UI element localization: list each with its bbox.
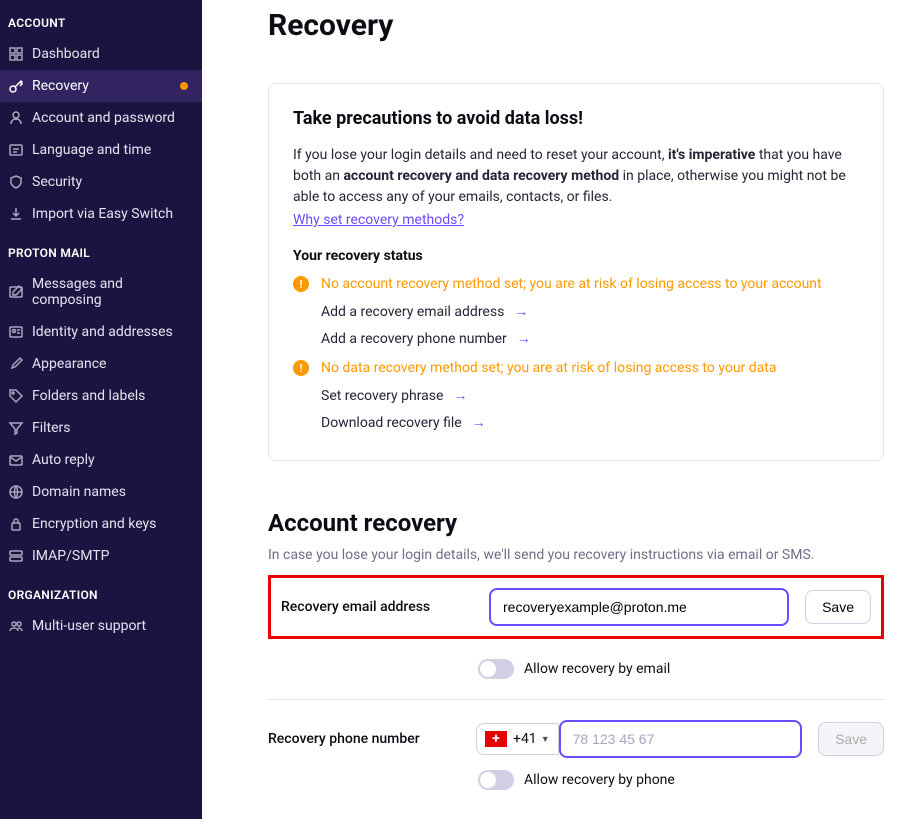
sidebar-item-security[interactable]: Security — [0, 166, 202, 198]
sidebar-item-autoreply[interactable]: Auto reply — [0, 444, 202, 476]
key-icon — [8, 78, 24, 94]
sidebar-item-language-time[interactable]: Language and time — [0, 134, 202, 166]
phone-code: +41 — [513, 731, 537, 747]
allow-phone-recovery-row: Allow recovery by phone — [478, 770, 884, 790]
warning-dot-icon — [180, 82, 188, 90]
divider — [268, 699, 884, 700]
sidebar-item-encryption[interactable]: Encryption and keys — [0, 508, 202, 540]
sidebar-item-identity[interactable]: Identity and addresses — [0, 316, 202, 348]
sidebar-section-mail: PROTON MAIL — [0, 230, 202, 268]
card-description: If you lose your login details and need … — [293, 145, 859, 208]
sidebar-item-domains[interactable]: Domain names — [0, 476, 202, 508]
globe-icon — [8, 484, 24, 500]
sidebar-item-label: Dashboard — [32, 46, 100, 62]
status-warning-text: No account recovery method set; you are … — [321, 276, 822, 292]
sidebar-item-label: Auto reply — [32, 452, 95, 468]
compose-icon — [8, 284, 24, 300]
save-email-button[interactable]: Save — [805, 590, 871, 624]
sidebar-item-label: Encryption and keys — [32, 516, 156, 532]
recovery-email-label: Recovery email address — [281, 599, 489, 615]
account-recovery-heading: Account recovery — [268, 509, 884, 537]
sidebar-item-label: Security — [32, 174, 82, 190]
download-recovery-file-link[interactable]: Download recovery file → — [321, 409, 859, 436]
arrow-right-icon: → — [472, 414, 486, 431]
sidebar-item-label: IMAP/SMTP — [32, 548, 109, 564]
main-content: Recovery Take precautions to avoid data … — [202, 0, 916, 819]
recovery-phone-row: Recovery phone number +41 ▼ Save — [268, 720, 884, 758]
sidebar-item-recovery[interactable]: Recovery — [0, 70, 202, 102]
allow-email-recovery-row: Allow recovery by email — [478, 659, 884, 679]
warning-icon: ! — [293, 276, 309, 292]
id-icon — [8, 324, 24, 340]
sidebar-item-folders[interactable]: Folders and labels — [0, 380, 202, 412]
highlighted-region: Recovery email address Save — [268, 575, 884, 639]
arrow-right-icon: → — [453, 387, 467, 404]
sidebar-item-label: Import via Easy Switch — [32, 206, 173, 222]
sidebar-item-label: Account and password — [32, 110, 175, 126]
recovery-phone-input[interactable] — [559, 720, 802, 758]
status-warning-row: ! No data recovery method set; you are a… — [293, 360, 859, 376]
tag-icon — [8, 388, 24, 404]
sidebar-section-org: ORGANIZATION — [0, 572, 202, 610]
allow-email-recovery-toggle[interactable] — [478, 659, 514, 679]
allow-phone-recovery-toggle[interactable] — [478, 770, 514, 790]
sidebar-item-messages[interactable]: Messages and composing — [0, 268, 202, 316]
brush-icon — [8, 356, 24, 372]
users-icon — [8, 618, 24, 634]
status-warning-text: No data recovery method set; you are at … — [321, 360, 776, 376]
filter-icon — [8, 420, 24, 436]
sidebar-item-account-password[interactable]: Account and password — [0, 102, 202, 134]
recovery-status-heading: Your recovery status — [293, 248, 859, 264]
sidebar-item-label: Language and time — [32, 142, 151, 158]
add-recovery-email-link[interactable]: Add a recovery email address → — [321, 298, 859, 325]
import-icon — [8, 206, 24, 222]
sidebar-item-appearance[interactable]: Appearance — [0, 348, 202, 380]
sidebar-section-account: ACCOUNT — [0, 0, 202, 38]
account-recovery-subtitle: In case you lose your login details, we'… — [268, 547, 884, 563]
arrow-right-icon: → — [514, 303, 528, 320]
flag-icon — [485, 731, 507, 747]
sidebar-item-dashboard[interactable]: Dashboard — [0, 38, 202, 70]
sidebar: ACCOUNT Dashboard Recovery Account and p… — [0, 0, 202, 819]
recovery-email-row: Recovery email address Save — [281, 588, 871, 626]
recovery-email-input[interactable] — [489, 588, 789, 626]
sidebar-item-label: Filters — [32, 420, 71, 436]
sidebar-item-imap[interactable]: IMAP/SMTP — [0, 540, 202, 572]
sidebar-item-label: Folders and labels — [32, 388, 145, 404]
person-icon — [8, 110, 24, 126]
warning-icon: ! — [293, 360, 309, 376]
lock-icon — [8, 516, 24, 532]
sidebar-item-label: Multi-user support — [32, 618, 146, 634]
toggle-label: Allow recovery by email — [524, 661, 670, 677]
set-recovery-phrase-link[interactable]: Set recovery phrase → — [321, 382, 859, 409]
save-phone-button[interactable]: Save — [818, 722, 884, 756]
shield-icon — [8, 174, 24, 190]
sidebar-item-label: Identity and addresses — [32, 324, 173, 340]
sidebar-item-import[interactable]: Import via Easy Switch — [0, 198, 202, 230]
toggle-label: Allow recovery by phone — [524, 772, 675, 788]
sidebar-item-label: Recovery — [32, 78, 89, 94]
sidebar-item-label: Domain names — [32, 484, 126, 500]
card-title: Take precautions to avoid data loss! — [293, 108, 859, 129]
add-recovery-phone-link[interactable]: Add a recovery phone number → — [321, 325, 859, 352]
page-title: Recovery — [268, 8, 884, 43]
recovery-status-card: Take precautions to avoid data loss! If … — [268, 83, 884, 461]
sidebar-item-multiuser[interactable]: Multi-user support — [0, 610, 202, 642]
sidebar-item-label: Appearance — [32, 356, 106, 372]
arrow-right-icon: → — [517, 330, 531, 347]
recovery-phone-label: Recovery phone number — [268, 731, 476, 747]
grid-icon — [8, 46, 24, 62]
country-code-selector[interactable]: +41 ▼ — [476, 723, 559, 755]
why-recovery-link[interactable]: Why set recovery methods? — [293, 212, 464, 228]
sidebar-item-filters[interactable]: Filters — [0, 412, 202, 444]
reply-icon — [8, 452, 24, 468]
status-warning-row: ! No account recovery method set; you ar… — [293, 276, 859, 292]
sidebar-item-label: Messages and composing — [32, 276, 190, 308]
server-icon — [8, 548, 24, 564]
language-icon — [8, 142, 24, 158]
chevron-down-icon: ▼ — [541, 734, 550, 745]
